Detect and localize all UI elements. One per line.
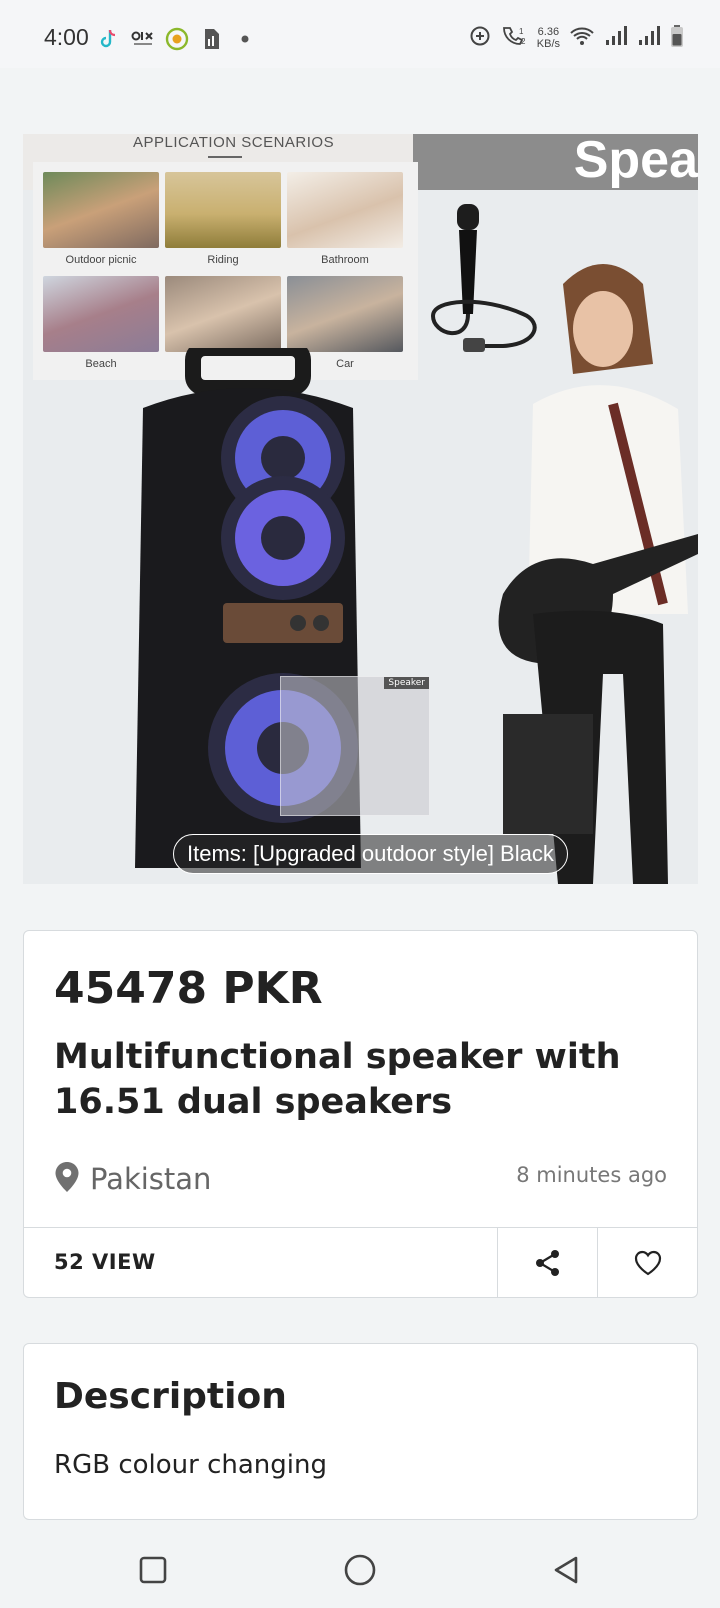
sim-app-icon	[198, 26, 224, 52]
back-triangle-icon	[554, 1556, 578, 1584]
circle-app-icon	[164, 26, 190, 52]
scenario-photo	[165, 172, 281, 248]
system-nav-bar	[0, 1530, 720, 1608]
scenario-photo	[43, 172, 159, 248]
status-right-icons: 12 6.36 KB/s	[469, 24, 684, 52]
image-caption: Items: [Upgraded outdoor style] Black	[173, 834, 568, 874]
preview-thumbnail[interactable]: Speaker	[280, 676, 430, 816]
status-app-icons	[96, 26, 258, 52]
location-text: Pakistan	[90, 1162, 212, 1196]
scenario-photo	[287, 276, 403, 352]
square-icon	[139, 1556, 167, 1584]
svg-text:1: 1	[519, 27, 524, 36]
listing-title: Multifunctional speaker with 16.51 dual …	[54, 1037, 621, 1122]
data-saver-icon	[469, 25, 491, 51]
listing-location: Pakistan	[54, 1161, 211, 1197]
more-notifications-dot-icon	[232, 26, 258, 52]
back-button[interactable]	[546, 1550, 586, 1590]
home-button[interactable]	[340, 1550, 380, 1590]
posted-time: 8 minutes ago	[516, 1163, 667, 1187]
location-pin-icon	[54, 1161, 80, 1197]
recents-button[interactable]	[133, 1550, 173, 1590]
banner-word: Spea	[573, 134, 698, 189]
guitarist-illustration	[498, 264, 698, 884]
scenario-photo	[43, 276, 159, 352]
scenario-item: Outdoor picnic	[43, 172, 159, 276]
tiktok-icon	[96, 26, 122, 52]
listing-price: 45478 PKR	[54, 963, 323, 1014]
favorite-button[interactable]	[597, 1228, 697, 1297]
status-bar: 4:00 12 6.36 KB/s	[0, 0, 720, 68]
battery-icon	[670, 24, 684, 52]
description-heading: Description	[54, 1376, 287, 1417]
signal-sim1-icon	[604, 25, 628, 51]
listing-actions-bar: 52 VIEW	[24, 1227, 697, 1297]
scenarios-title: APPLICATION SCENARIOS	[133, 134, 335, 151]
svg-text:2: 2	[521, 37, 526, 46]
network-speed: 6.36 KB/s	[536, 26, 560, 50]
scenario-item: Riding	[165, 172, 281, 276]
wifi-icon	[569, 25, 595, 51]
share-icon	[535, 1249, 559, 1276]
scenario-photo	[287, 172, 403, 248]
heart-icon	[634, 1250, 661, 1275]
signal-sim2-icon	[637, 25, 661, 51]
scenario-item: Bathroom	[287, 172, 403, 276]
product-image[interactable]: Spea APPLICATION SCENARIOS Outdoor picni…	[23, 134, 698, 884]
share-button[interactable]	[497, 1228, 597, 1297]
scenario-photo	[165, 276, 281, 352]
listing-info-card: 45478 PKR Multifunctional speaker with 1…	[23, 930, 698, 1298]
circle-icon	[344, 1554, 376, 1586]
olx-icon	[130, 26, 156, 52]
status-time: 4:00	[44, 24, 89, 50]
view-count: 52 VIEW	[54, 1250, 156, 1274]
description-text: RGB colour changing	[54, 1450, 327, 1480]
description-card: Description RGB colour changing	[23, 1343, 698, 1520]
volte-call-icon: 12	[500, 24, 528, 52]
